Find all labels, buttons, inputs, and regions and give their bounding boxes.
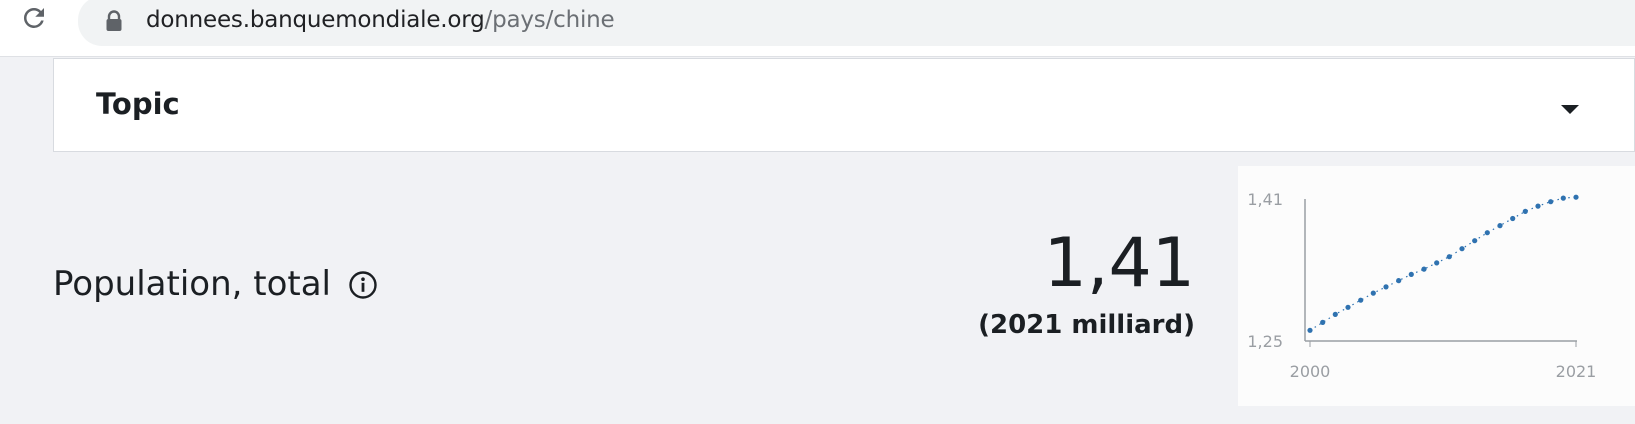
data-point — [1573, 194, 1579, 200]
data-point — [1484, 230, 1490, 236]
sparkline-svg: 1,41 1,25 2000 2021 — [1247, 190, 1597, 381]
data-point — [1370, 290, 1376, 296]
sparkline-chart[interactable]: 1,41 1,25 2000 2021 — [1238, 166, 1635, 406]
data-point — [1497, 223, 1503, 229]
data-point — [1345, 304, 1351, 310]
data-point — [1396, 278, 1402, 284]
info-icon[interactable] — [348, 270, 378, 300]
data-point — [1421, 266, 1427, 272]
data-point — [1459, 246, 1465, 252]
data-point — [1560, 195, 1566, 201]
data-point — [1320, 319, 1326, 325]
indicator-value: 1,41 — [1043, 224, 1195, 303]
lock-icon — [104, 10, 124, 32]
data-point — [1358, 297, 1364, 303]
data-point — [1548, 199, 1554, 205]
url-path: /pays/chine — [484, 7, 615, 33]
data-point — [1510, 215, 1516, 222]
series-line — [1307, 194, 1579, 333]
y-tick-label-max: 1,41 — [1247, 190, 1283, 209]
topic-dropdown[interactable]: Topic — [53, 58, 1635, 152]
data-point — [1383, 284, 1389, 290]
reload-icon — [19, 3, 49, 38]
url-text[interactable]: donnees.banquemondiale.org/pays/chine — [146, 4, 615, 36]
y-tick-label-min: 1,25 — [1247, 332, 1283, 351]
caret-down-icon — [1561, 105, 1579, 114]
data-point — [1535, 203, 1541, 209]
url-host: donnees.banquemondiale.org — [146, 7, 485, 33]
topic-label: Topic — [96, 87, 180, 121]
x-tick-label-end: 2021 — [1556, 362, 1597, 381]
data-point — [1408, 271, 1414, 277]
series-path — [1309, 196, 1577, 331]
x-tick-label-start: 2000 — [1290, 362, 1331, 381]
indicator-name[interactable]: Population, total — [53, 264, 331, 304]
data-point — [1472, 238, 1478, 244]
indicator-unit-year: (2021 milliard) — [978, 310, 1195, 340]
data-point — [1522, 208, 1528, 214]
data-point — [1307, 327, 1313, 333]
data-point — [1446, 254, 1452, 260]
data-point — [1434, 260, 1440, 266]
data-point — [1332, 311, 1338, 317]
reload-button[interactable] — [14, 0, 54, 40]
browser-toolbar: donnees.banquemondiale.org/pays/chine — [0, 0, 1635, 57]
